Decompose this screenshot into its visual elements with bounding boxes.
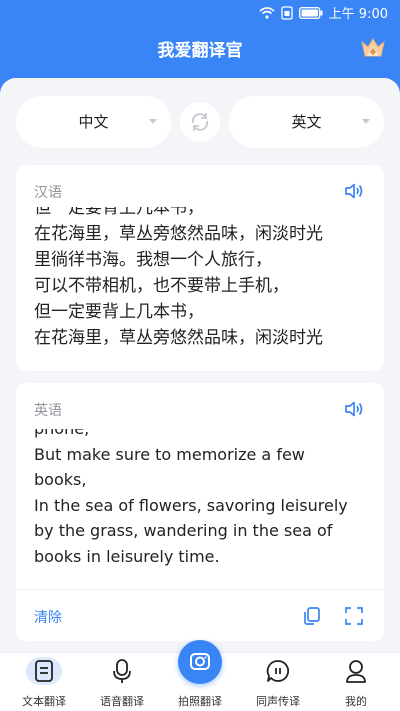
clear-button[interactable]: 清除	[34, 607, 62, 627]
chevron-down-icon	[149, 119, 157, 124]
target-language-heading: 英语	[34, 403, 62, 419]
source-language-heading: 汉语	[34, 185, 62, 201]
tab-icon-highlight	[26, 657, 62, 685]
status-time: 上午 9:00	[328, 7, 388, 22]
translation-card: 英语 phone, But make sure to memorize a fe…	[16, 383, 384, 641]
chat-bubble-icon	[266, 660, 290, 682]
battery-icon	[298, 6, 323, 19]
copy-icon[interactable]	[302, 606, 322, 626]
document-icon	[35, 660, 53, 682]
source-language-label: 中文	[78, 113, 109, 131]
tab-text-translate[interactable]: 文本翻译	[4, 653, 84, 711]
speaker-icon[interactable]	[344, 182, 364, 200]
sim-icon	[281, 5, 293, 20]
tab-icon-wrap	[260, 657, 296, 685]
source-text-content: 但一定要背上几本书， 在花海里，草丛旁悠然品味，闲淡时光 里徜徉书海。我想一个人…	[34, 207, 323, 348]
tab-label: 同声传译	[256, 695, 300, 708]
source-text[interactable]: 但一定要背上几本书， 在花海里，草丛旁悠然品味，闲淡时光 里徜徉书海。我想一个人…	[34, 207, 368, 357]
tab-label: 文本翻译	[22, 695, 66, 708]
tab-label: 语音翻译	[100, 695, 144, 708]
tab-voice-translate[interactable]: 语音翻译	[82, 653, 162, 711]
source-language-select[interactable]: 中文	[16, 96, 171, 148]
target-language-select[interactable]: 英文	[229, 96, 384, 148]
vip-crown-icon[interactable]	[360, 36, 386, 60]
tab-icon-wrap	[338, 657, 374, 685]
status-bar: 上午 9:00	[0, 0, 400, 24]
translation-text-content: phone, But make sure to memorize a few b…	[34, 429, 348, 566]
microphone-icon	[113, 659, 131, 683]
language-selector: 中文 英文	[16, 96, 384, 148]
swap-icon	[191, 113, 209, 131]
chevron-down-icon	[362, 119, 370, 124]
swap-languages-button[interactable]	[180, 102, 220, 142]
user-icon	[346, 660, 366, 683]
camera-icon	[190, 653, 210, 670]
status-icons: 上午 9:00	[259, 3, 388, 22]
tab-label: 我的	[345, 695, 367, 708]
speaker-icon[interactable]	[344, 400, 364, 418]
tab-profile[interactable]: 我的	[316, 653, 396, 711]
tab-icon-wrap	[104, 657, 140, 685]
fullscreen-icon[interactable]	[344, 606, 364, 626]
card-divider	[16, 589, 384, 590]
page-title: 我爱翻译官	[157, 41, 243, 61]
translation-text[interactable]: phone, But make sure to memorize a few b…	[34, 429, 368, 577]
photo-translate-button[interactable]	[178, 640, 222, 684]
tab-label: 拍照翻译	[178, 695, 222, 708]
target-language-label: 英文	[291, 113, 322, 131]
wifi-icon	[259, 6, 275, 19]
tab-simultaneous-interpretation[interactable]: 同声传译	[238, 653, 318, 711]
source-text-card: 汉语 但一定要背上几本书， 在花海里，草丛旁悠然品味，闲淡时光 里徜徉书海。我想…	[16, 165, 384, 371]
